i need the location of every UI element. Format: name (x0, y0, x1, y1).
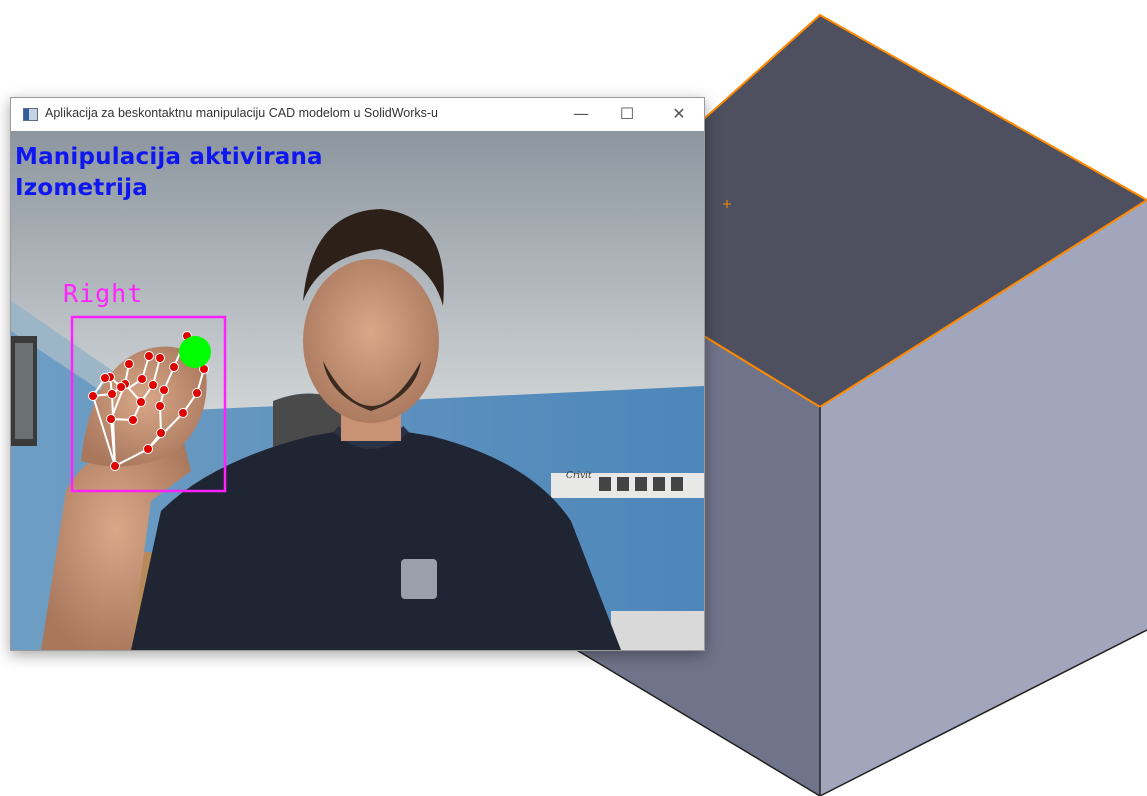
title-bar[interactable]: Aplikacija za beskontaktnu manipulaciju … (11, 98, 704, 132)
pointer-marker (179, 336, 211, 368)
hand-label: Right (63, 279, 144, 308)
webcam-image (11, 131, 704, 650)
maximize-button[interactable]: ☐ (604, 98, 650, 130)
wall-sign-text: Crivit (566, 471, 592, 481)
app-window[interactable]: Aplikacija za beskontaktnu manipulaciju … (10, 97, 705, 651)
view-mode-label: Izometrija (15, 175, 148, 201)
window-title: Aplikacija za beskontaktnu manipulaciju … (45, 106, 439, 120)
close-button[interactable]: ✕ (656, 98, 702, 130)
minimize-button[interactable]: — (558, 98, 604, 130)
manipulation-status: Manipulacija aktivirana (15, 144, 323, 170)
camera-feed: Manipulacija aktivirana Izometrija Right… (11, 131, 704, 650)
app-window-icon (23, 108, 38, 121)
